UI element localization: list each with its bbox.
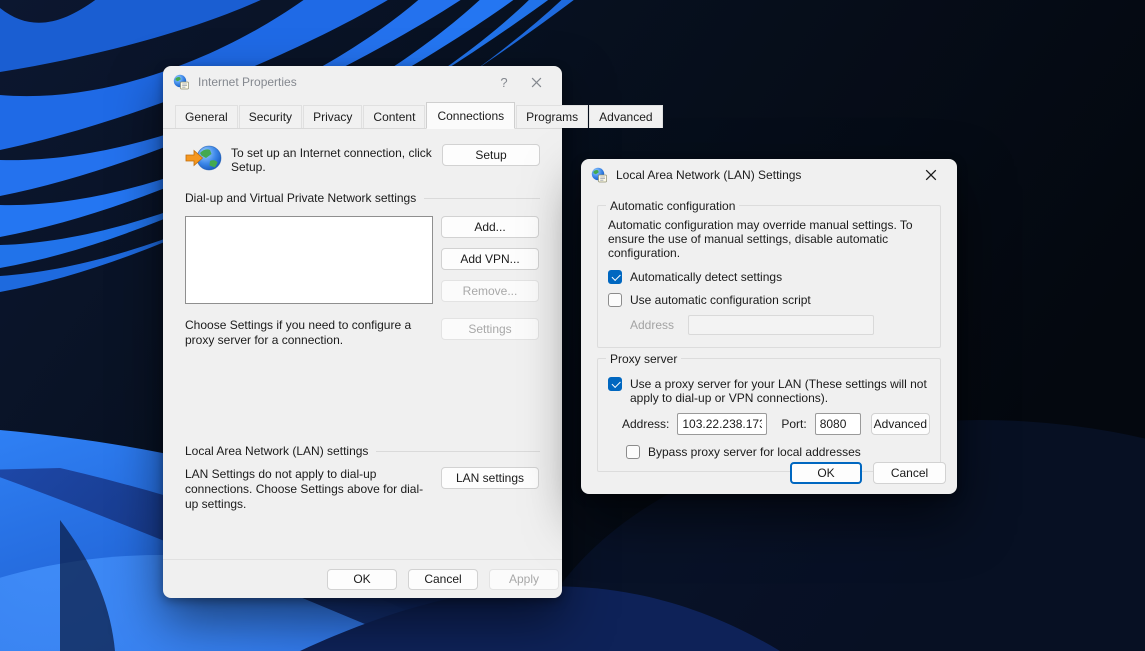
settings-button[interactable]: Settings [441,318,539,340]
close-button[interactable] [520,70,552,94]
lan-group-header: Local Area Network (LAN) settings [185,444,540,458]
internet-properties-dialog: Internet Properties ? General Security P… [163,66,562,598]
automatic-configuration-description: Automatic configuration may override man… [608,218,930,260]
script-address-input[interactable] [688,315,874,335]
lan-settings-dialog: Local Area Network (LAN) Settings Automa… [581,159,957,494]
proxy-port-label: Port: [781,417,806,431]
tab-advanced[interactable]: Advanced [589,105,662,128]
tab-general[interactable]: General [175,105,238,128]
setup-button[interactable]: Setup [442,144,540,166]
automatic-configuration-label: Automatic configuration [606,199,739,213]
window-title: Internet Properties [198,75,488,89]
group-rule [376,451,540,452]
use-proxy-server-checkbox[interactable] [608,377,622,391]
tab-connections[interactable]: Connections [426,102,515,129]
proxy-port-input[interactable] [815,413,861,435]
proxy-server-group: Proxy server Use a proxy server for your… [597,358,941,472]
internet-globe-icon [185,144,223,174]
add-button[interactable]: Add... [441,216,539,238]
dialup-group-label: Dial-up and Virtual Private Network sett… [185,191,416,205]
proxy-address-input[interactable] [677,413,767,435]
settings-hint-text: Choose Settings if you need to configure… [185,318,433,348]
bypass-proxy-checkbox[interactable] [626,445,640,459]
dialup-group-header: Dial-up and Virtual Private Network sett… [185,191,540,205]
remove-button[interactable]: Remove... [441,280,539,302]
automatically-detect-settings-checkbox[interactable] [608,270,622,284]
close-icon [925,169,937,181]
advanced-button[interactable]: Advanced [871,413,930,435]
bypass-proxy-label[interactable]: Bypass proxy server for local addresses [648,445,861,459]
window-title: Local Area Network (LAN) Settings [616,168,915,182]
lan-settings-titlebar[interactable]: Local Area Network (LAN) Settings [581,159,957,191]
tab-content[interactable]: Content [363,105,425,128]
use-configuration-script-label[interactable]: Use automatic configuration script [630,293,811,307]
lan-settings-icon [591,167,607,183]
dialog-footer: OK Cancel [790,462,946,484]
tab-security[interactable]: Security [239,105,302,128]
use-configuration-script-checkbox[interactable] [608,293,622,307]
tab-privacy[interactable]: Privacy [303,105,362,128]
use-proxy-server-label[interactable]: Use a proxy server for your LAN (These s… [630,377,930,405]
dialup-connections-listbox[interactable] [185,216,433,304]
group-rule [424,198,540,199]
proxy-address-label: Address: [622,417,669,431]
setup-description: To set up an Internet connection, click … [231,144,434,174]
script-address-label: Address [630,318,674,332]
cancel-button[interactable]: Cancel [408,569,478,590]
ok-button[interactable]: OK [790,462,862,484]
lan-settings-button[interactable]: LAN settings [441,467,539,489]
proxy-server-label: Proxy server [606,352,681,366]
internet-properties-titlebar[interactable]: Internet Properties ? [163,66,562,98]
dialog-footer: OK Cancel Apply [163,559,562,598]
cancel-button[interactable]: Cancel [873,462,946,484]
ok-button[interactable]: OK [327,569,397,590]
tab-strip: General Security Privacy Content Connect… [163,98,562,129]
connections-tab-page: To set up an Internet connection, click … [163,144,562,512]
lan-description: LAN Settings do not apply to dial-up con… [185,467,433,512]
internet-properties-icon [173,74,189,90]
lan-group-label: Local Area Network (LAN) settings [185,444,368,458]
close-icon [531,77,542,88]
automatic-configuration-group: Automatic configuration Automatic config… [597,205,941,348]
automatically-detect-settings-label[interactable]: Automatically detect settings [630,270,782,284]
apply-button[interactable]: Apply [489,569,559,590]
add-vpn-button[interactable]: Add VPN... [441,248,539,270]
help-button[interactable]: ? [488,70,520,94]
close-button[interactable] [915,163,947,187]
tab-programs[interactable]: Programs [516,105,588,128]
